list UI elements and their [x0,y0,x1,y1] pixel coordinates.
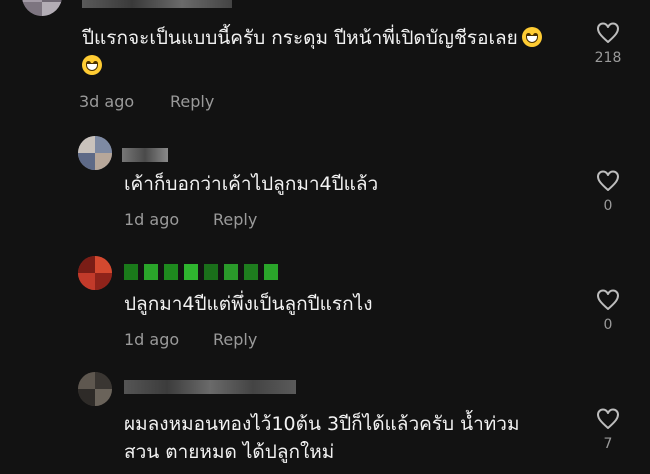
comment-time: 1d ago [124,210,180,229]
avatar[interactable] [22,0,62,16]
username[interactable] [124,264,286,280]
heart-outline-icon [597,408,619,429]
avatar[interactable] [78,256,112,290]
like-button[interactable]: 0 [588,170,628,214]
like-button[interactable]: 7 [588,408,628,452]
comment-text: ผมลงหมอนทองไว้10ต้น 3ปีก็ได้แล้วครับ น้ำ… [124,413,520,463]
avatar[interactable] [78,136,112,170]
like-count: 0 [603,198,613,214]
grin-emoji-icon [521,27,542,47]
reply-button[interactable]: Reply [170,92,214,111]
heart-outline-icon [597,289,619,310]
like-button[interactable]: 0 [588,289,628,333]
username[interactable] [124,380,296,394]
like-count: 0 [603,317,613,333]
comment-time: 1d ago [124,330,180,349]
grin-emoji-icon [82,55,102,75]
comment-text: เค้าก็บอกว่าเค้าไปลูกมา4ปีแล้ว [124,173,379,195]
like-button[interactable]: 218 [588,22,628,66]
like-count: 218 [594,50,622,66]
username[interactable] [122,148,168,162]
comment-text: ปีแรกจะเป็นแบบนี้ครับ กระดุม ปีหน้าพี่เป… [82,24,582,80]
comment-text: ปลูกมา4ปีแต่พึ่งเป็นลูกปีแรกไง [124,293,373,315]
heart-outline-icon [597,170,619,191]
reply-button[interactable]: Reply [213,210,257,229]
username[interactable] [82,0,232,8]
avatar[interactable] [78,372,112,406]
comment-time: 3d ago [79,92,135,111]
like-count: 7 [603,436,613,452]
reply-button[interactable]: Reply [213,330,257,349]
heart-outline-icon [597,22,619,43]
